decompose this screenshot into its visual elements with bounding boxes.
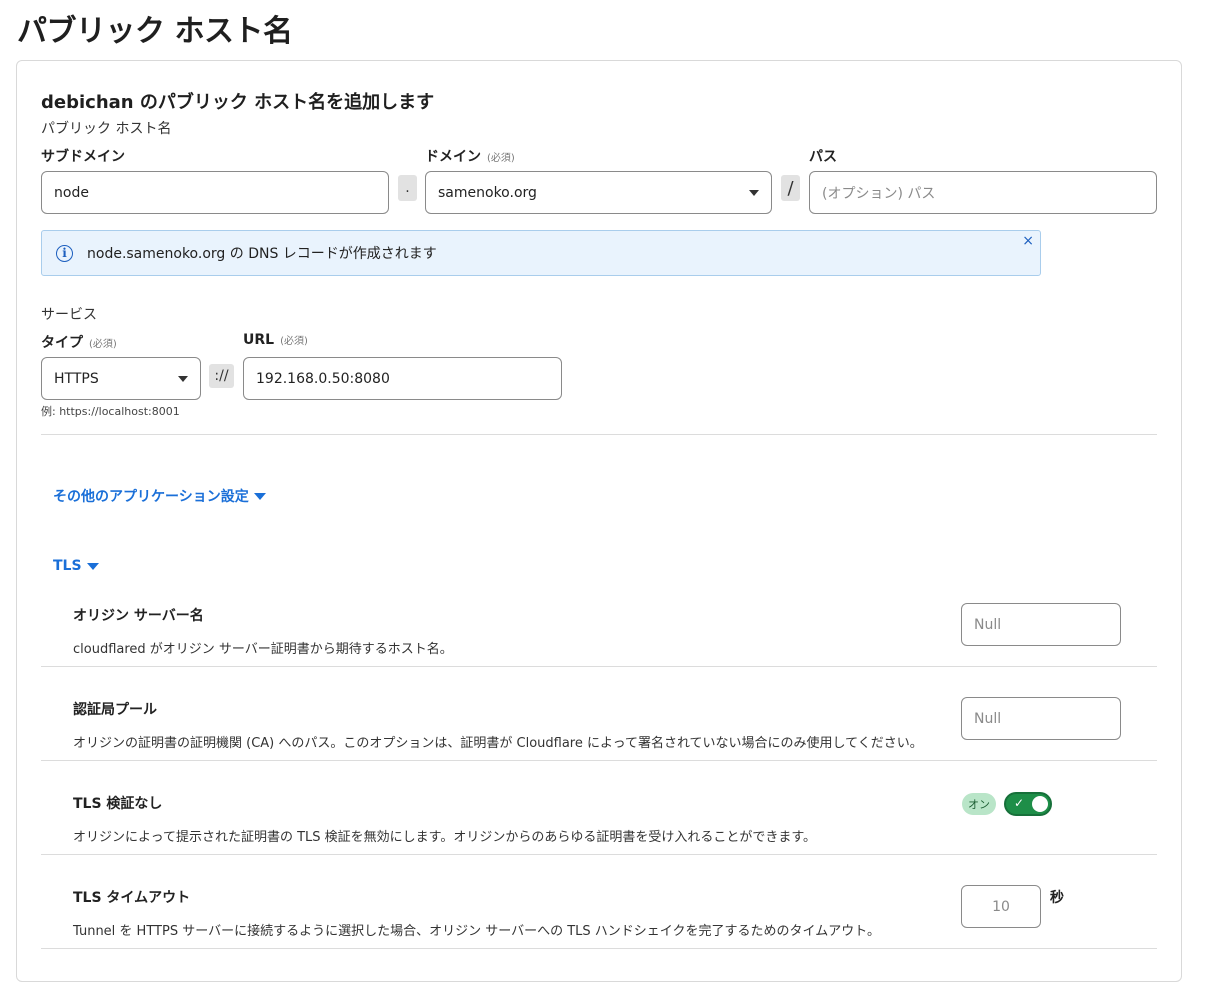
toggle-status-badge: オン (962, 793, 996, 815)
url-required: (必須) (280, 336, 308, 347)
caret-down-icon (86, 562, 99, 570)
domain-required: (必須) (487, 153, 515, 164)
subdomain-label: サブドメイン (41, 149, 125, 165)
page-title: パブリック ホスト名 (17, 14, 293, 49)
ca-pool-placeholder: Null (974, 710, 1002, 727)
dns-info-text: node.samenoko.org の DNS レコードが作成されます (87, 246, 437, 262)
type-label: タイプ (必須) (41, 332, 117, 352)
no-tls-verify-toggle[interactable]: ✓ (1004, 792, 1052, 816)
service-section-label: サービス (41, 307, 97, 323)
type-required: (必須) (89, 339, 117, 350)
domain-value: samenoko.org (438, 184, 537, 201)
origin-server-name-placeholder: Null (974, 616, 1002, 633)
domain-label: ドメイン (必須) (425, 146, 515, 166)
card-title: debichan のパブリック ホスト名を追加します (41, 92, 435, 113)
info-icon: i (56, 244, 73, 262)
dns-info-banner: i node.samenoko.org の DNS レコードが作成されます × (41, 230, 1041, 276)
subdomain-input[interactable]: node (41, 171, 389, 214)
slash-separator: / (781, 175, 800, 201)
divider (41, 854, 1157, 855)
additional-app-settings-label: その他のアプリケーション設定 (53, 489, 249, 505)
url-label-text: URL (243, 332, 275, 348)
origin-server-name-desc: cloudflared がオリジン サーバー証明書から期待するホスト名。 (73, 642, 453, 657)
toggle-knob (1032, 796, 1048, 812)
divider (41, 948, 1157, 949)
path-label: パス (809, 149, 837, 165)
ca-pool-title: 認証局プール (73, 702, 157, 718)
tls-timeout-value: 10 (992, 898, 1010, 915)
url-example-hint: 例: https://localhost:8001 (41, 405, 180, 418)
no-tls-verify-title: TLS 検証なし (73, 796, 163, 812)
scheme-separator: :// (209, 364, 234, 388)
tls-timeout-input[interactable]: 10 (961, 885, 1041, 928)
chevron-down-icon (749, 189, 759, 196)
tls-link[interactable]: TLS (53, 558, 99, 574)
tls-timeout-title: TLS タイムアウト (73, 890, 191, 906)
domain-label-text: ドメイン (425, 149, 481, 165)
path-placeholder: (オプション) パス (822, 185, 936, 202)
divider (41, 760, 1157, 761)
tls-timeout-desc: Tunnel を HTTPS サーバーに接続するように選択した場合、オリジン サ… (73, 924, 881, 939)
divider (41, 666, 1157, 667)
add-hostname-card: debichan のパブリック ホスト名を追加します パブリック ホスト名 サブ… (16, 60, 1182, 982)
ca-pool-desc: オリジンの証明書の証明機関 (CA) へのパス。このオプションは、証明書が Cl… (73, 736, 923, 751)
caret-down-icon (253, 492, 266, 500)
close-icon[interactable]: × (1022, 233, 1034, 249)
dot-separator: . (398, 175, 417, 201)
no-tls-verify-desc: オリジンによって提示された証明書の TLS 検証を無効にします。オリジンからのあ… (73, 830, 817, 845)
tls-link-label: TLS (53, 558, 82, 574)
divider (41, 434, 1157, 435)
origin-server-name-input[interactable]: Null (961, 603, 1121, 646)
check-icon: ✓ (1014, 796, 1025, 810)
origin-server-name-title: オリジン サーバー名 (73, 608, 204, 624)
url-value: 192.168.0.50:8080 (256, 370, 390, 387)
type-label-text: タイプ (41, 335, 83, 351)
url-input[interactable]: 192.168.0.50:8080 (243, 357, 562, 400)
tls-timeout-unit: 秒 (1050, 890, 1064, 906)
subdomain-value: node (54, 184, 89, 201)
service-type-select[interactable]: HTTPS (41, 357, 201, 400)
hostname-section-label: パブリック ホスト名 (41, 121, 172, 137)
domain-select[interactable]: samenoko.org (425, 171, 772, 214)
path-input[interactable]: (オプション) パス (809, 171, 1157, 214)
ca-pool-input[interactable]: Null (961, 697, 1121, 740)
url-label: URL (必須) (243, 332, 308, 348)
additional-app-settings-link[interactable]: その他のアプリケーション設定 (53, 486, 266, 506)
type-value: HTTPS (54, 370, 99, 387)
chevron-down-icon (178, 375, 188, 382)
